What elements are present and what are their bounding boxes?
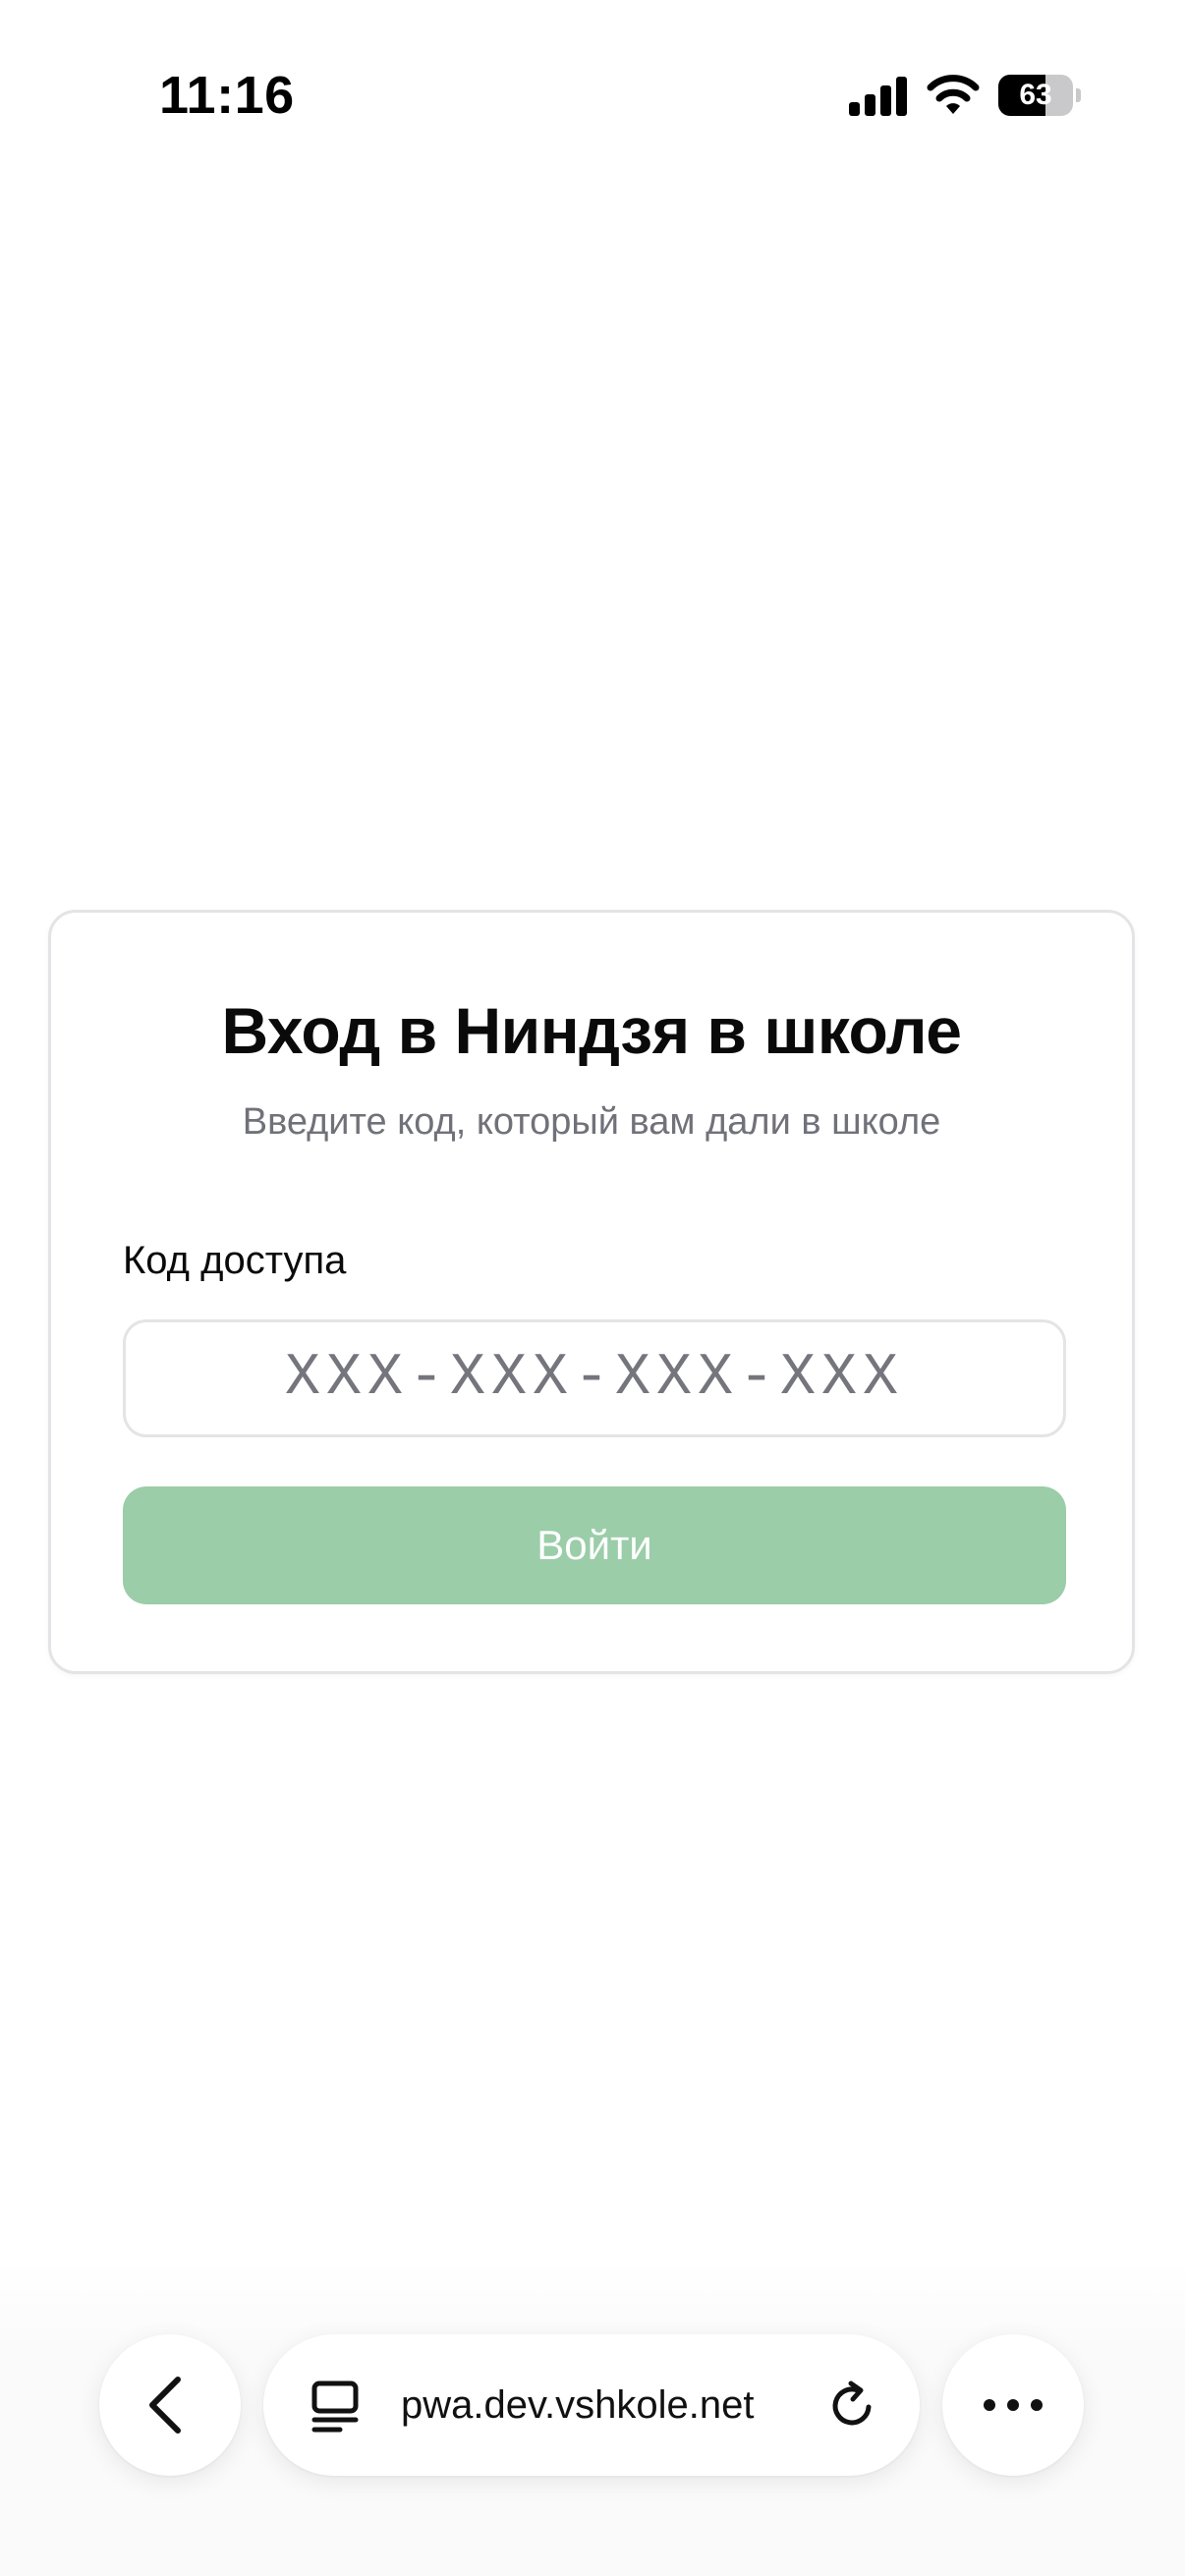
back-icon xyxy=(149,2377,181,2434)
battery-icon: 63 xyxy=(998,75,1081,116)
login-card: Вход в Ниндзя в школе Введите код, котор… xyxy=(48,910,1135,1674)
access-code-label: Код доступа xyxy=(123,1239,347,1282)
url-text[interactable]: pwa.dev.vshkole.net xyxy=(401,2334,754,2476)
address-bar[interactable]: pwa.dev.vshkole.net xyxy=(263,2334,920,2476)
reload-icon[interactable] xyxy=(825,2378,880,2433)
wifi-icon xyxy=(927,75,980,114)
status-time: 11:16 xyxy=(159,66,295,125)
page-title: Вход в Ниндзя в школе xyxy=(221,994,962,1067)
status-bar: 11:16 63 xyxy=(0,0,1185,187)
signal-icon xyxy=(849,77,907,116)
browser-toolbar: pwa.dev.vshkole.net xyxy=(0,2260,1185,2576)
page-subtitle: Введите код, который вам дали в школе xyxy=(242,1101,941,1143)
access-code-input[interactable] xyxy=(123,1319,1066,1437)
login-button[interactable]: Войти xyxy=(123,1486,1066,1604)
battery-level: 63 xyxy=(1019,79,1052,111)
back-button[interactable] xyxy=(99,2334,241,2476)
more-button[interactable] xyxy=(942,2334,1084,2476)
page-menu-icon[interactable] xyxy=(310,2380,362,2435)
more-icon xyxy=(984,2399,1043,2411)
